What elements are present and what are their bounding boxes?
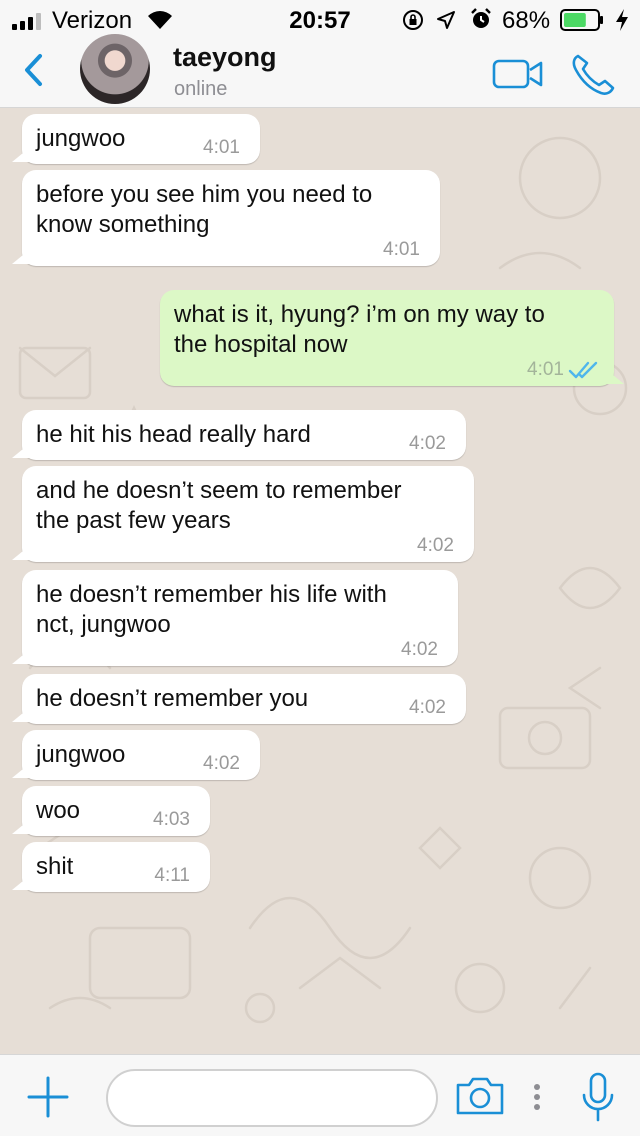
message-text: jungwoo [36, 125, 126, 152]
read-ticks-icon [568, 361, 598, 379]
message-text: he hit his head really hard [36, 421, 311, 448]
video-call-icon[interactable] [492, 57, 544, 91]
outgoing-message[interactable]: what is it, hyung? i’m on my way to the … [160, 290, 614, 386]
incoming-message[interactable]: woo 4:03 [22, 786, 210, 836]
message-time: 4:11 [154, 865, 190, 886]
contact-name[interactable]: taeyong [173, 42, 277, 73]
message-time: 4:03 [153, 809, 190, 830]
input-bar [0, 1054, 640, 1136]
phone-icon[interactable] [570, 52, 616, 96]
message-time: 4:02 [401, 639, 438, 660]
charging-bolt-icon [616, 9, 628, 31]
message-time: 4:01 [383, 239, 420, 260]
chat-header: taeyong online [0, 34, 640, 108]
avatar[interactable] [80, 34, 150, 104]
location-icon [437, 11, 455, 29]
message-time: 4:01 [527, 359, 564, 380]
rotation-lock-icon [403, 10, 423, 30]
message-text: woo [36, 797, 81, 824]
message-time: 4:02 [409, 697, 446, 718]
message-time: 4:02 [203, 753, 240, 774]
microphone-icon[interactable] [580, 1071, 616, 1123]
incoming-message[interactable]: and he doesn’t seem to remember the past… [22, 466, 474, 562]
message-text: he doesn’t remember his life with nct, j… [36, 581, 387, 638]
plus-icon[interactable] [26, 1075, 70, 1119]
message-text: and he doesn’t seem to remember the past… [36, 477, 402, 534]
message-time: 4:02 [409, 433, 446, 454]
battery-percent: 68% [502, 7, 551, 34]
incoming-message[interactable]: jungwoo 4:02 [22, 730, 260, 780]
chat-area[interactable]: jungwoo 4:01 before you see him you need t… [0, 108, 640, 1054]
message-text: before you see him you need to know some… [36, 181, 373, 238]
incoming-message[interactable]: he hit his head really hard 4:02 [22, 410, 466, 460]
message-text: shit [36, 853, 74, 880]
contact-status: online [174, 78, 228, 100]
back-chevron-icon[interactable] [18, 52, 52, 88]
message-text: jungwoo [36, 741, 126, 768]
message-time: 4:01 [203, 137, 240, 158]
incoming-message[interactable]: he doesn’t remember you 4:02 [22, 674, 466, 724]
battery-icon [560, 9, 603, 31]
message-text: he doesn’t remember you [36, 685, 309, 712]
message-time: 4:02 [417, 535, 454, 556]
status-bar: Verizon 20:57 68% [0, 0, 640, 40]
incoming-message[interactable]: jungwoo 4:01 [22, 114, 260, 164]
alarm-icon [471, 8, 491, 28]
camera-icon[interactable] [455, 1075, 505, 1117]
incoming-message[interactable]: he doesn’t remember his life with nct, j… [22, 570, 458, 666]
message-input[interactable] [106, 1069, 438, 1127]
incoming-message[interactable]: shit 4:11 [22, 842, 210, 892]
more-dots-icon[interactable] [532, 1081, 542, 1113]
message-text: what is it, hyung? i’m on my way to the … [174, 301, 545, 358]
incoming-message[interactable]: before you see him you need to know some… [22, 170, 440, 266]
